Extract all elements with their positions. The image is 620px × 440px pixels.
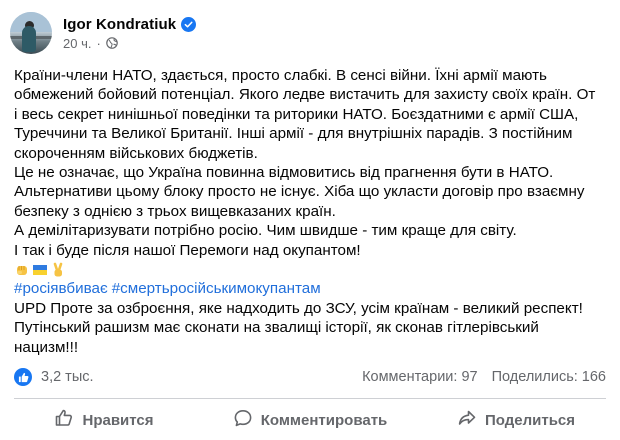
reactions-count[interactable]: 3,2 тыс. [41,369,94,385]
victory-hand-icon [50,262,66,278]
post-line: І так і буде після нашої Перемоги над ок… [14,241,361,259]
share-button[interactable]: Поделиться [426,402,606,438]
update-line: нацизм!!! [14,338,79,356]
comment-button[interactable]: Комментировать [220,402,400,438]
hashtags: #росіявбиває #смертьросійськимокупантам [14,279,614,298]
post-stats: 3,2 тыс. Комментарии: 97 Поделились: 166 [14,366,606,388]
post-line: обмежений бойовий потенціал. Якого ледве… [14,86,596,104]
comments-count[interactable]: Комментарии: 97 [362,369,478,385]
hashtag-link[interactable]: #смертьросійськимокупантам [112,280,321,297]
facebook-post: Igor Kondratiuk 20 ч. · Країни-члени НАТ… [0,0,620,440]
post-line: Туреччини та Великої Британії. Інші армі… [14,125,573,143]
author-meta: Igor Kondratiuk 20 ч. · [63,16,197,51]
author-name[interactable]: Igor Kondratiuk [63,16,176,33]
post-line: Країни-члени НАТО, здається, просто слаб… [14,67,547,84]
engagement-counts: Комментарии: 97 Поделились: 166 [362,369,606,385]
like-reaction-icon [14,368,32,386]
shares-count[interactable]: Поделились: 166 [492,369,606,385]
avatar[interactable] [10,12,52,54]
post-line: і весь секрет нинішньої поведінки та рит… [14,105,579,123]
reactions-summary[interactable]: 3,2 тыс. [14,368,94,386]
post-line: безпеку з однією з трьох вищевказаних кр… [14,202,336,220]
comment-bubble-icon [233,408,253,432]
post-body: Країни-члени НАТО, здається, просто слаб… [14,66,614,357]
comment-label: Комментировать [260,411,388,429]
action-bar: Нравится Комментировать Поделиться [14,402,606,438]
post-line: Альтернативи цьому блоку просто не існує… [14,183,585,201]
post-line: скороченням військових бюджетів. [14,144,258,162]
hashtag-link[interactable]: #росіявбиває [14,280,108,297]
like-button[interactable]: Нравится [14,402,194,438]
raised-fist-icon [14,262,30,278]
share-arrow-icon [457,408,477,432]
post-time[interactable]: 20 ч. [63,36,91,51]
verified-badge-icon [181,16,197,32]
update-line: Путінський рашизм має сконати на звалищі… [14,319,539,337]
post-line: Це не означає, що Україна повинна відмов… [14,164,554,182]
like-label: Нравится [82,411,154,429]
divider [14,398,606,399]
post-line: А демілітаризувати потрібно росію. Чим ш… [14,222,517,240]
ukraine-flag-icon [32,262,48,278]
globe-icon[interactable] [106,37,118,49]
update-line: UPD Проте за озброєння, яке надходить до… [14,299,583,317]
post-header: Igor Kondratiuk 20 ч. · [10,10,197,56]
share-label: Поделиться [484,411,576,429]
meta-separator: · [96,35,101,51]
thumbs-up-icon [54,408,74,432]
emoji-row [14,260,614,279]
